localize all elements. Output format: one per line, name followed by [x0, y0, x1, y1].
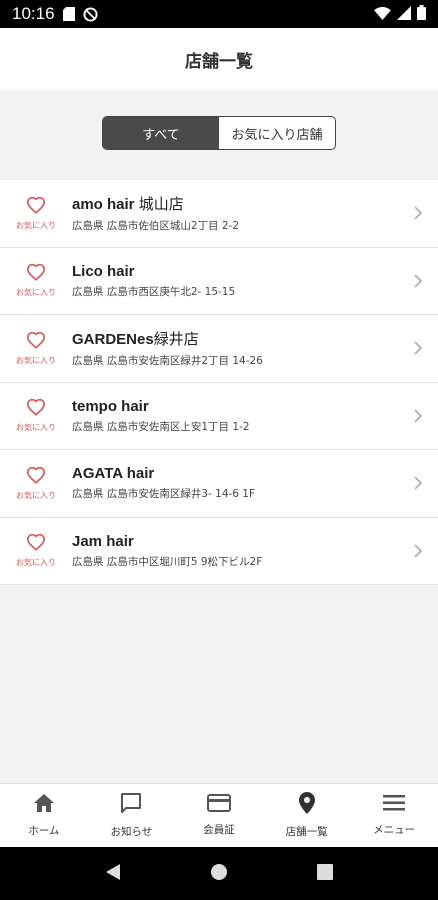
store-name-latin: GARDENes [72, 331, 154, 349]
segment-all[interactable]: すべて [103, 117, 219, 149]
store-name: Jam hair [72, 533, 398, 550]
home-circle-icon[interactable] [210, 863, 228, 885]
heart-icon [26, 466, 46, 488]
home-icon [33, 793, 55, 817]
nav-notifications[interactable]: お知らせ [88, 784, 176, 847]
store-row[interactable]: お気に入り amo hair 城山店 広島県 広島市佐伯区城山2丁目 2-2 [0, 180, 438, 248]
favorite-toggle[interactable]: お気に入り [0, 398, 72, 433]
store-list: お気に入り amo hair 城山店 広島県 広島市佐伯区城山2丁目 2-2 お… [0, 180, 438, 585]
store-name-branch: 城山店 [138, 196, 184, 214]
message-icon [120, 792, 142, 818]
store-row[interactable]: お気に入り Lico hair 広島県 広島市西区庚午北2- 15-15 [0, 248, 438, 315]
store-name: Lico hair [72, 263, 398, 280]
nav-label: 店舗一覧 [285, 826, 328, 838]
header: 店舗一覧 [0, 28, 438, 90]
heart-icon [26, 263, 46, 285]
store-info: tempo hair 広島県 広島市安佐南区上安1丁目 1-2 [72, 398, 398, 434]
store-name-latin: Jam hair [72, 532, 134, 550]
menu-icon [383, 794, 406, 816]
favorite-label: お気に入り [16, 490, 56, 500]
store-name-latin: tempo hair [72, 397, 149, 415]
store-name-branch: 緑井店 [153, 331, 199, 349]
store-name: GARDENes緑井店 [72, 328, 398, 349]
favorite-label: お気に入り [16, 288, 56, 298]
store-name: tempo hair [72, 398, 398, 415]
favorite-label: お気に入り [16, 220, 56, 230]
chevron-right-icon [398, 476, 438, 490]
favorite-toggle[interactable]: お気に入り [0, 466, 72, 501]
system-nav-bar [0, 847, 438, 900]
store-address: 広島県 広島市安佐南区上安1丁目 1-2 [72, 420, 250, 433]
chevron-right-icon [398, 341, 438, 355]
chevron-right-icon [398, 206, 438, 220]
store-row[interactable]: お気に入り tempo hair 広島県 広島市安佐南区上安1丁目 1-2 [0, 383, 438, 450]
store-info: AGATA hair 広島県 広島市安佐南区緑井3- 14-6 1F [72, 465, 398, 501]
status-bar: 10:16 [0, 0, 438, 28]
favorite-label: お気に入り [16, 355, 56, 365]
heart-icon [26, 331, 46, 353]
store-address: 広島県 広島市佐伯区城山2丁目 2-2 [72, 220, 240, 233]
heart-icon [26, 196, 46, 218]
store-name: AGATA hair [72, 465, 398, 482]
battery-icon [417, 4, 426, 24]
nav-label: ホーム [28, 825, 60, 837]
heart-icon [26, 533, 46, 555]
status-time: 10:16 [12, 4, 55, 23]
store-name: amo hair 城山店 [72, 193, 398, 214]
filter-segment: すべて お気に入り店舗 [102, 116, 336, 150]
nav-member-card[interactable]: 会員証 [175, 784, 263, 847]
store-row[interactable]: お気に入り GARDENes緑井店 広島県 広島市安佐南区緑井2丁目 14-26 [0, 315, 438, 383]
chevron-right-icon [398, 544, 438, 558]
segment-favorites[interactable]: お気に入り店舗 [219, 117, 335, 149]
nav-menu[interactable]: メニュー [350, 784, 438, 847]
nav-label: メニュー [373, 824, 416, 836]
store-info: GARDENes緑井店 広島県 広島市安佐南区緑井2丁目 14-26 [72, 328, 398, 368]
chevron-right-icon [398, 274, 438, 288]
store-info: Lico hair 広島県 広島市西区庚午北2- 15-15 [72, 263, 398, 299]
page-title: 店舗一覧 [185, 51, 253, 72]
store-address: 広島県 広島市中区堀川町5 9松下ビル2F [72, 555, 263, 568]
back-icon[interactable] [105, 863, 121, 885]
store-row[interactable]: お気に入り Jam hair 広島県 広島市中区堀川町5 9松下ビル2F [0, 518, 438, 585]
wifi-icon [374, 5, 391, 24]
heart-icon [26, 398, 46, 420]
nav-label: お知らせ [110, 826, 153, 838]
sd-card-icon [62, 7, 75, 21]
nav-home[interactable]: ホーム [0, 784, 88, 847]
favorite-toggle[interactable]: お気に入り [0, 533, 72, 568]
do-not-disturb-icon [83, 6, 98, 22]
favorite-label: お気に入り [16, 558, 56, 568]
favorite-toggle[interactable]: お気に入り [0, 196, 72, 231]
chevron-right-icon [398, 409, 438, 423]
recents-icon[interactable] [317, 863, 334, 884]
cell-signal-icon [397, 5, 411, 24]
store-info: Jam hair 広島県 広島市中区堀川町5 9松下ビル2F [72, 533, 398, 569]
store-address: 広島県 広島市安佐南区緑井2丁目 14-26 [72, 355, 263, 368]
store-address: 広島県 広島市安佐南区緑井3- 14-6 1F [72, 488, 256, 501]
location-pin-icon [298, 792, 315, 818]
favorite-label: お気に入り [16, 423, 56, 433]
card-icon [206, 794, 231, 816]
store-address: 広島県 広島市西区庚午北2- 15-15 [72, 285, 236, 298]
store-row[interactable]: お気に入り AGATA hair 広島県 広島市安佐南区緑井3- 14-6 1F [0, 450, 438, 518]
store-name-latin: AGATA hair [72, 465, 155, 483]
favorite-toggle[interactable]: お気に入り [0, 331, 72, 366]
store-info: amo hair 城山店 広島県 広島市佐伯区城山2丁目 2-2 [72, 193, 398, 233]
nav-label: 会員証 [203, 824, 235, 836]
nav-store-list[interactable]: 店舗一覧 [263, 784, 351, 847]
filter-area: すべて お気に入り店舗 [0, 90, 438, 178]
favorite-toggle[interactable]: お気に入り [0, 263, 72, 298]
bottom-nav: ホーム お知らせ 会員証 店舗一覧 メニュー [0, 783, 438, 847]
store-name-latin: Lico hair [72, 262, 135, 280]
store-name-latin: amo hair [72, 196, 139, 214]
